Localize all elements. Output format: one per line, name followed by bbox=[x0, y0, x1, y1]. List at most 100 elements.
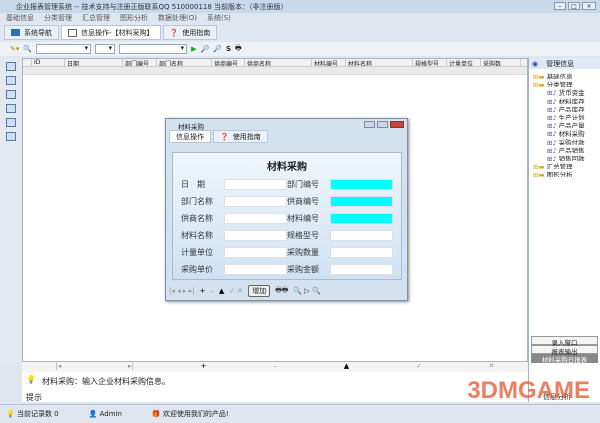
pencil-icon[interactable]: ✎▾ bbox=[10, 45, 19, 53]
post-record-icon[interactable]: ✓ bbox=[416, 362, 422, 372]
table-row[interactable] bbox=[23, 67, 527, 75]
field-label: 供商编号 bbox=[287, 197, 319, 206]
chart-icon[interactable] bbox=[6, 118, 16, 127]
dialog-close[interactable] bbox=[390, 121, 404, 128]
preview-icon[interactable]: 🔍 ▷ 🔍 bbox=[293, 287, 320, 295]
tree-node[interactable]: ⊞♪ 产品销售 bbox=[533, 145, 600, 153]
menu-system[interactable]: 系统(S) bbox=[207, 13, 231, 24]
delete-icon[interactable]: – bbox=[210, 287, 214, 295]
left-toolstrip bbox=[0, 58, 22, 362]
first-icon[interactable]: |◂ ◂ ▸ ▸| bbox=[169, 287, 194, 295]
tree-node[interactable]: ⊞▬ 分类管理 bbox=[533, 79, 600, 87]
value-select[interactable] bbox=[119, 44, 188, 54]
print-icon[interactable]: 🖶🖶 bbox=[275, 286, 288, 297]
field-input[interactable] bbox=[224, 213, 287, 224]
menu-basic[interactable]: 基础信息 bbox=[6, 13, 34, 24]
field-input[interactable] bbox=[330, 213, 393, 224]
tree-node[interactable]: ⊞♪ 材料库存 bbox=[533, 96, 600, 104]
dialog-tab-guide[interactable]: ❓ 使用指南 bbox=[213, 130, 268, 143]
find-next-icon[interactable]: 🔎 bbox=[213, 45, 222, 53]
dialog-tab-operation[interactable]: 信息操作 bbox=[169, 130, 211, 143]
col-id[interactable]: ID bbox=[32, 59, 65, 66]
dialog-navigator: |◂ ◂ ▸ ▸| + – ▲ ✓ ✕ 增加 🖶🖶 🔍 ▷ 🔍 bbox=[169, 284, 405, 298]
field-label: 部门名称 bbox=[181, 197, 213, 206]
cancel-record-icon[interactable]: ✕ bbox=[489, 362, 495, 372]
field-select[interactable] bbox=[36, 44, 92, 54]
edit-record-icon[interactable]: ▲ bbox=[344, 362, 349, 372]
field-input[interactable] bbox=[330, 230, 393, 241]
edit-icon[interactable]: ▲ bbox=[219, 287, 224, 295]
tab-info-operation[interactable]: 信息操作-【材料采购】 bbox=[61, 25, 161, 40]
menu-summary[interactable]: 汇总管理 bbox=[82, 13, 110, 24]
field-input[interactable] bbox=[330, 179, 393, 190]
col-quantity[interactable]: 采购数 bbox=[481, 59, 521, 66]
field-label: 部门编号 bbox=[287, 180, 319, 189]
tree-node[interactable]: ⊞♪ 产品库存 bbox=[533, 104, 600, 112]
dialog-maximize[interactable] bbox=[377, 121, 388, 128]
field-input[interactable] bbox=[224, 264, 287, 275]
operator-select[interactable] bbox=[95, 44, 116, 54]
menu-chart[interactable]: 图形分析 bbox=[120, 13, 148, 24]
field-input[interactable] bbox=[330, 247, 393, 258]
add-record-icon[interactable]: + bbox=[201, 362, 207, 372]
window-title: 企业报表管理系统 -- 技术支持与注册正版联系QQ 510000118 当前版本… bbox=[16, 3, 288, 11]
tree-node[interactable]: ⊞♪ 货币资金 bbox=[533, 87, 600, 95]
minimize-button[interactable]: – bbox=[554, 2, 566, 10]
field-input[interactable] bbox=[224, 179, 287, 190]
menu-data[interactable]: 数据处理(O) bbox=[158, 13, 197, 24]
dialog-minimize[interactable] bbox=[364, 121, 375, 128]
col-material-no[interactable]: 材料编号 bbox=[312, 59, 346, 66]
collapse-icon[interactable]: ◉ bbox=[532, 60, 538, 68]
col-material-name[interactable]: 材料名称 bbox=[346, 59, 413, 66]
menu-category[interactable]: 分类管理 bbox=[44, 13, 72, 24]
print-icon[interactable]: 🖶 bbox=[235, 44, 242, 55]
col-spec[interactable]: 规格型号 bbox=[413, 59, 447, 66]
tree-node[interactable]: ⊞♪ 采购付款 bbox=[533, 137, 600, 145]
add-icon[interactable]: + bbox=[199, 287, 205, 295]
field-input[interactable] bbox=[224, 230, 287, 241]
nav-icon[interactable] bbox=[6, 62, 16, 71]
tree-node[interactable]: ⊞♪ 产品产量 bbox=[533, 120, 600, 128]
tree-node[interactable]: ⊞▬ 汇总管理 bbox=[533, 161, 600, 169]
tree-node[interactable]: ⊞▬ 图形分析 bbox=[533, 169, 600, 177]
daily-report-button[interactable]: 材料采购日报表 bbox=[531, 354, 598, 364]
hint-label: 提示 bbox=[26, 393, 42, 402]
last-record-icon[interactable]: ▸| bbox=[128, 362, 134, 372]
delete-record-icon[interactable]: – bbox=[273, 362, 277, 372]
add-button[interactable]: 增加 bbox=[248, 285, 271, 297]
post-icon[interactable]: ✓ ✕ bbox=[229, 287, 243, 295]
first-record-icon[interactable]: |◂ bbox=[55, 362, 61, 372]
find-icon[interactable]: 🔎 bbox=[201, 45, 210, 53]
field-input[interactable] bbox=[330, 264, 393, 275]
gift-icon: 🎁 bbox=[151, 410, 161, 418]
col-unit[interactable]: 计量单位 bbox=[447, 59, 481, 66]
form-field: 材料编号 bbox=[287, 213, 393, 224]
report-icon[interactable] bbox=[6, 104, 16, 113]
tree-node[interactable]: ⊞♪ 生产计划 bbox=[533, 112, 600, 120]
tab-navigation[interactable]: 系统导航 bbox=[4, 25, 59, 40]
entry-window-button[interactable]: 录入窗口 bbox=[531, 336, 598, 347]
tab-guide[interactable]: ❓ 使用指南 bbox=[162, 25, 218, 40]
col-dept-name[interactable]: 部门名称 bbox=[157, 59, 212, 66]
maximize-button[interactable]: □ bbox=[568, 2, 580, 10]
run-icon[interactable]: ▶ bbox=[191, 45, 196, 53]
tree-node[interactable]: ⊞▬ 基础信息 bbox=[533, 71, 600, 79]
hint-icon: 💡 bbox=[26, 375, 36, 384]
data-icon[interactable] bbox=[6, 132, 16, 141]
col-supplier-no[interactable]: 供商编号 bbox=[212, 59, 245, 66]
preview-icon[interactable]: 🔍 bbox=[23, 45, 32, 53]
field-input[interactable] bbox=[224, 247, 287, 258]
col-dept-no[interactable]: 部门编号 bbox=[123, 59, 157, 66]
list-icon[interactable] bbox=[6, 90, 16, 99]
form-field: 部门名称 bbox=[181, 196, 287, 207]
filter-icon[interactable]: S bbox=[226, 45, 231, 53]
field-input[interactable] bbox=[330, 196, 393, 207]
field-input[interactable] bbox=[224, 196, 287, 207]
report-output-button[interactable]: 报表输出 bbox=[531, 345, 598, 356]
edit-icon[interactable] bbox=[6, 76, 16, 85]
close-button[interactable]: × bbox=[582, 2, 596, 10]
tree-node[interactable]: ⊞♪ 销售回款 bbox=[533, 153, 600, 161]
col-date[interactable]: 日期 bbox=[65, 59, 123, 66]
tree-node[interactable]: ⊞♪ 材料采购 bbox=[533, 128, 600, 136]
col-supplier-name[interactable]: 供商名称 bbox=[245, 59, 312, 66]
